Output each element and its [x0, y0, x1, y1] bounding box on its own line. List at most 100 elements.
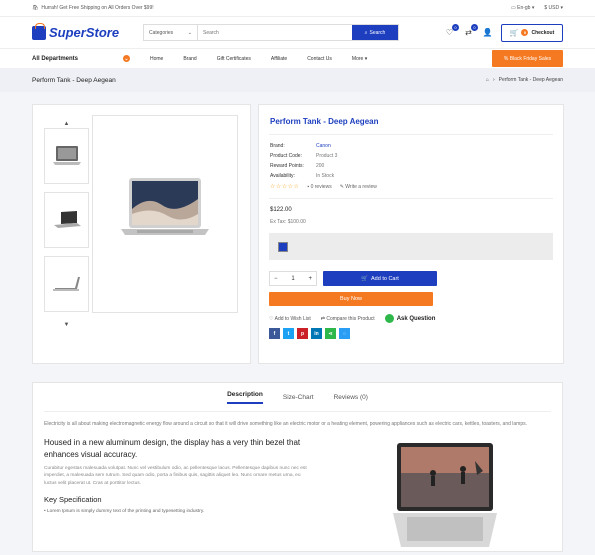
tab-reviews[interactable]: Reviews (0) — [334, 394, 368, 401]
chevron-down-icon: ⌄ — [123, 55, 130, 62]
language-selector[interactable]: ▭ En-gb ▾ — [511, 5, 534, 11]
laptop-running-image — [393, 443, 497, 547]
language-label: En-gb — [517, 5, 531, 11]
user-icon[interactable]: 👤 — [482, 27, 493, 38]
cart-icon: 🛒 — [361, 275, 369, 282]
flag-icon: ▭ — [510, 5, 516, 11]
ex-tax-price: Ex Tax: $100.00 — [270, 219, 306, 225]
plus-icon[interactable]: + — [308, 276, 312, 282]
breadcrumb-bar: Perform Tank - Deep Aegean ⌂ › Perform T… — [0, 68, 595, 92]
bag-icon: 🛍 — [32, 5, 39, 11]
spec-value: 200 — [316, 163, 325, 169]
nav-contact-us[interactable]: Contact Us — [307, 56, 332, 62]
cart-icon: 🛒 — [509, 29, 519, 37]
checkout-button[interactable]: 🛒 0 Checkout — [501, 23, 563, 42]
share-buttons: f t p in ⋖ ◌ — [269, 328, 553, 339]
share-icon[interactable]: ⋖ — [325, 328, 336, 339]
compare-icon[interactable]: ⇄ 0 — [463, 24, 478, 38]
product-gallery: ▲ ▼ — [32, 104, 251, 364]
spec-value: In Stock — [316, 173, 335, 179]
tab-description[interactable]: Description — [227, 391, 263, 404]
wishlist-icon[interactable]: ♡ 0 — [444, 24, 459, 38]
spec-value: Product 3 — [316, 153, 338, 159]
add-to-wishlist-link[interactable]: ♡ Add to Wish List — [269, 316, 311, 322]
add-to-cart-button[interactable]: 🛒 Add to Cart — [323, 271, 437, 286]
brand-link[interactable]: Canon — [316, 143, 553, 149]
search-bar: Categories ⌄ ⌕Search — [143, 24, 399, 41]
nav-gift-certificates[interactable]: Gift Certificates — [217, 56, 251, 62]
home-icon[interactable]: ⌂ — [486, 77, 489, 83]
top-bar: 🛍 Hurrah! Get Free Shipping on All Order… — [0, 0, 595, 17]
tab-size-chart[interactable]: Size-Chart — [283, 394, 314, 401]
category-select[interactable]: Categories ⌄ — [144, 25, 198, 40]
description-image — [393, 441, 497, 553]
nav-brand[interactable]: Brand — [183, 56, 196, 62]
cart-count: 0 — [521, 29, 529, 36]
compare-count: 0 — [471, 24, 478, 31]
copy-link-icon[interactable]: ◌ — [339, 328, 350, 339]
description-section: Description Size-Chart Reviews (0) Elect… — [32, 382, 563, 552]
compare-link[interactable]: ⇄ Compare this Product — [321, 316, 375, 322]
rating-row: ☆☆☆☆☆ ▪ 0 reviews ✎ Write a review — [270, 183, 553, 191]
logo[interactable]: SuperStore — [32, 22, 132, 40]
product-price: $122.00 — [270, 207, 292, 213]
laptop-thumb-image — [53, 211, 81, 228]
main-product-image[interactable] — [92, 115, 238, 313]
logo-bag-icon — [32, 22, 46, 40]
whatsapp-icon — [384, 314, 394, 323]
currency-selector[interactable]: $ USD ▾ — [544, 5, 563, 11]
nav-affiliate[interactable]: Affiliate — [271, 56, 287, 62]
comment-icon: ▪ — [307, 183, 310, 190]
promo-text: Hurrah! Get Free Shipping on All Orders … — [41, 5, 154, 11]
description-paragraph: Curabitur egestas malesuada volutpat. Nu… — [44, 465, 307, 486]
thumbnail-3[interactable] — [44, 256, 89, 312]
all-departments-button[interactable]: All Departments ⌄ — [32, 49, 132, 69]
twitter-icon[interactable]: t — [283, 328, 294, 339]
breadcrumb-separator-icon: › — [492, 77, 495, 83]
compare-icon: ⇄ — [320, 315, 325, 322]
pencil-icon: ✎ — [339, 183, 344, 190]
nav-more[interactable]: More ▾ — [352, 56, 367, 62]
color-options — [269, 233, 553, 260]
product-tabs: Description Size-Chart Reviews (0) — [33, 383, 562, 411]
linkedin-icon[interactable]: in — [311, 328, 322, 339]
laptop-image — [121, 178, 209, 235]
chevron-down-icon[interactable]: ▼ — [44, 320, 89, 329]
promo-message: 🛍 Hurrah! Get Free Shipping on All Order… — [32, 5, 154, 11]
search-input[interactable] — [198, 25, 352, 40]
color-swatch-blue[interactable] — [278, 241, 288, 252]
add-wishlist-label: Add to Wish List — [274, 315, 311, 322]
breadcrumb-current[interactable]: Perform Tank - Deep Aegean — [499, 77, 563, 83]
product-title: Perform Tank - Deep Aegean — [270, 117, 379, 126]
wishlist-count: 0 — [452, 24, 459, 31]
description-intro: Electricity is all about making electrom… — [44, 421, 528, 427]
write-review-label: Write a review — [345, 183, 377, 190]
write-review-link[interactable]: ✎ Write a review — [340, 184, 377, 190]
nav-home[interactable]: Home — [150, 56, 163, 62]
spec-label: Brand: — [270, 143, 285, 149]
chevron-up-icon[interactable]: ▲ — [44, 119, 89, 128]
minus-icon[interactable]: − — [274, 276, 278, 282]
quantity-value[interactable]: 1 — [291, 276, 294, 282]
thumbnail-2[interactable] — [44, 192, 89, 248]
facebook-icon[interactable]: f — [269, 328, 280, 339]
laptop-thumb-image — [52, 277, 80, 291]
buy-now-button[interactable]: Buy Now — [269, 292, 433, 306]
ask-question-label: Ask Question — [396, 315, 436, 322]
all-departments-label: All Departments — [32, 55, 79, 62]
search-button[interactable]: ⌕ Search — [352, 25, 398, 40]
quantity-stepper: − 1 + — [269, 271, 317, 286]
pinterest-icon[interactable]: p — [297, 328, 308, 339]
ask-question-button[interactable]: Ask Question — [384, 314, 436, 323]
spec-label: Availability: — [270, 173, 295, 179]
black-friday-button[interactable]: % Black Friday Sales — [492, 50, 563, 67]
category-label: Categories — [149, 29, 174, 36]
star-rating: ☆☆☆☆☆ — [270, 184, 300, 190]
reviews-link[interactable]: ▪ 0 reviews — [307, 184, 331, 190]
main-nav: All Departments ⌄ Home Brand Gift Certif… — [0, 48, 595, 68]
search-button-label: Search — [369, 29, 386, 36]
thumbnail-1[interactable] — [44, 128, 89, 184]
spec-label: Product Code: — [270, 153, 302, 159]
breadcrumb: ⌂ › Perform Tank - Deep Aegean — [486, 77, 563, 83]
chevron-down-icon: ⌄ — [187, 29, 192, 36]
